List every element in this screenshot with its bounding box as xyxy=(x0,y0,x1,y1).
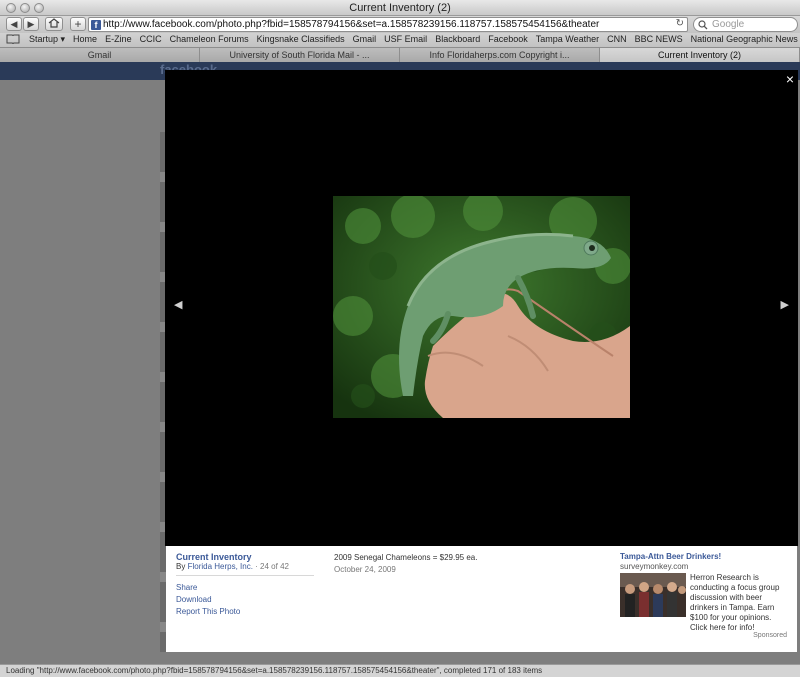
bookmarks-bar: Startup ▾ Home E-Zine CCIC Chameleon Forums K… xyxy=(0,33,800,47)
tab-current-inventory[interactable]: Current Inventory (2) xyxy=(600,48,800,62)
download-link[interactable]: Download xyxy=(176,595,212,604)
photo-by-line: By Florida Herps, Inc. · 24 of 42 xyxy=(176,562,289,571)
bookmark-item[interactable]: Startup ▾ xyxy=(29,34,65,44)
prev-photo-icon[interactable]: ◀ xyxy=(174,298,182,311)
photo-info-panel: Current Inventory By Florida Herps, Inc.… xyxy=(166,546,797,652)
bookmark-item[interactable]: National Geographic News xyxy=(691,34,798,44)
ad-image[interactable] xyxy=(620,573,686,617)
back-button[interactable]: ◀ xyxy=(6,17,22,31)
bookmark-item[interactable]: Chameleon Forums xyxy=(170,34,249,44)
home-icon[interactable] xyxy=(45,17,63,31)
ad-domain: surveymonkey.com xyxy=(620,562,689,571)
close-icon[interactable]: × xyxy=(786,71,794,87)
bookmark-item[interactable]: Gmail xyxy=(353,34,377,44)
owner-link[interactable]: Florida Herps, Inc. xyxy=(188,562,253,571)
tab-floridaherps[interactable]: Info Floridaherps.com Copyright i... xyxy=(400,48,600,62)
ad-body-text[interactable]: Herron Research is conducting a focus gr… xyxy=(690,573,790,633)
bookmark-item[interactable]: CNN xyxy=(607,34,627,44)
photo-caption: 2009 Senegal Chameleons = $29.95 ea. xyxy=(334,553,478,562)
share-link[interactable]: Share xyxy=(176,583,197,592)
window-titlebar: Current Inventory (2) xyxy=(0,0,800,16)
reload-icon[interactable]: ↻ xyxy=(676,18,684,29)
next-photo-icon[interactable]: ▶ xyxy=(781,298,789,311)
tab-gmail[interactable]: Gmail xyxy=(0,48,200,62)
forward-button[interactable]: ▶ xyxy=(23,17,39,31)
tab-usf-mail[interactable]: University of South Florida Mail - ... xyxy=(200,48,400,62)
facebook-favicon-icon: f xyxy=(91,20,101,30)
search-placeholder: Google xyxy=(712,19,745,30)
status-bar: Loading "http://www.facebook.com/photo.p… xyxy=(0,664,800,677)
add-bookmark-button[interactable]: + xyxy=(70,17,86,31)
browser-toolbar: ◀ ▶ + f http://www.facebook.com/photo.ph… xyxy=(0,16,800,33)
ad-title-link[interactable]: Tampa-Attn Beer Drinkers! xyxy=(620,552,721,561)
tab-bar: Gmail University of South Florida Mail -… xyxy=(0,47,800,62)
album-title-link[interactable]: Current Inventory xyxy=(176,552,252,562)
search-icon xyxy=(698,18,708,33)
by-prefix: By xyxy=(176,562,186,571)
photo-theater: × ◀ ▶ xyxy=(165,70,798,546)
bookmark-item[interactable]: Blackboard xyxy=(435,34,480,44)
url-text: http://www.facebook.com/photo.php?fbid=1… xyxy=(103,19,600,30)
bookmark-item[interactable]: Facebook xyxy=(488,34,528,44)
divider xyxy=(176,575,314,576)
chameleon-photo xyxy=(333,196,630,418)
report-photo-link[interactable]: Report This Photo xyxy=(176,607,240,616)
bookmark-item[interactable]: CCIC xyxy=(140,34,162,44)
bookmark-item[interactable]: Kingsnake Classifieds xyxy=(257,34,345,44)
bookmark-item[interactable]: E-Zine xyxy=(105,34,132,44)
bookmark-item[interactable]: BBC NEWS xyxy=(635,34,683,44)
bookmark-item[interactable]: Home xyxy=(73,34,97,44)
photo-position: · 24 of 42 xyxy=(255,562,289,571)
address-bar[interactable]: f http://www.facebook.com/photo.php?fbid… xyxy=(88,17,688,32)
window-title: Current Inventory (2) xyxy=(349,2,451,14)
search-input[interactable]: Google xyxy=(693,17,798,32)
photo-date: October 24, 2009 xyxy=(334,565,396,574)
status-text: Loading "http://www.facebook.com/photo.p… xyxy=(6,666,543,675)
bookmark-item[interactable]: Tampa Weather xyxy=(536,34,599,44)
sponsored-label: Sponsored xyxy=(753,632,787,639)
bookmark-item[interactable]: USF Email xyxy=(384,34,427,44)
bookmarks-book-icon[interactable] xyxy=(6,34,20,47)
bookmarks-list: Startup ▾ Home E-Zine CCIC Chameleon Forums K… xyxy=(29,34,800,45)
